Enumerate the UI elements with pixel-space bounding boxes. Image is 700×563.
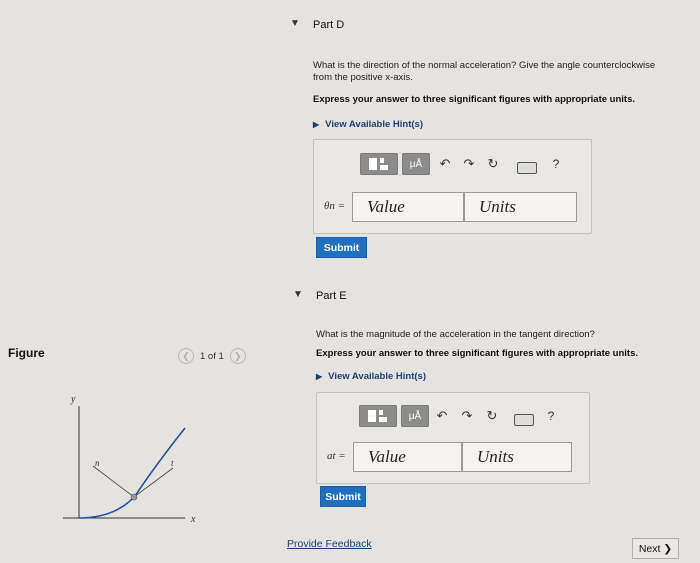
partD-instruction: Express your answer to three significant… — [313, 94, 636, 105]
figure-pager-text: 1 of 1 — [200, 350, 224, 362]
point-marker — [130, 493, 138, 501]
triangle-right-icon: ▶ — [313, 120, 320, 129]
partD-question: What is the direction of the normal acce… — [313, 60, 688, 84]
x-axis-label: x — [190, 514, 196, 525]
partE-variable-label: at = — [327, 450, 346, 462]
partD-submit-button[interactable]: Submit — [316, 237, 367, 258]
template-button[interactable] — [360, 153, 398, 175]
reset-icon[interactable]: ↻ — [485, 408, 499, 424]
path-curve — [78, 427, 186, 519]
partE-value-input[interactable]: Value — [353, 442, 462, 472]
redo-icon[interactable]: ↷ — [460, 408, 474, 424]
partD-collapse-icon[interactable]: ▼ — [290, 18, 300, 29]
partE-submit-button[interactable]: Submit — [320, 486, 366, 507]
figure-pager: ❮ 1 of 1 ❯ — [178, 348, 246, 364]
undo-icon[interactable]: ↶ — [435, 408, 449, 424]
template-button[interactable] — [359, 405, 397, 427]
tangent-line — [133, 467, 174, 498]
keyboard-icon[interactable] — [514, 414, 534, 426]
partD-question-line2: from the positive x-axis. — [313, 72, 413, 83]
triangle-right-icon: ▶ — [316, 372, 323, 381]
partE-hint-label: View Available Hint(s) — [328, 371, 426, 382]
keyboard-icon[interactable] — [517, 162, 537, 174]
partD-question-line1: What is the direction of the normal acce… — [313, 60, 656, 71]
template-icon — [369, 158, 388, 170]
normal-label: n — [95, 458, 100, 468]
partD-hint-label: View Available Hint(s) — [325, 119, 423, 130]
partE-collapse-icon[interactable]: ▼ — [293, 289, 303, 300]
partD-hint-link[interactable]: ▶ View Available Hint(s) — [313, 119, 423, 130]
partD-answer-box: μÅ ↶ ↷ ↻ ? θn = Value Units — [313, 139, 592, 234]
partD-value-input[interactable]: Value — [352, 192, 464, 222]
reset-icon[interactable]: ↻ — [486, 156, 500, 172]
partE-question: What is the magnitude of the acceleratio… — [316, 329, 595, 340]
undo-icon[interactable]: ↶ — [438, 156, 452, 172]
partE-answer-box: μÅ ↶ ↷ ↻ ? at = Value Units — [316, 392, 590, 484]
partD-variable-label: θn = — [324, 200, 346, 212]
partD-title: Part D — [313, 19, 345, 31]
help-button[interactable]: ? — [545, 408, 557, 424]
partE-units-input[interactable]: Units — [462, 442, 572, 472]
partE-hint-link[interactable]: ▶ View Available Hint(s) — [316, 371, 426, 382]
redo-icon[interactable]: ↷ — [462, 156, 476, 172]
y-axis-label: y — [70, 394, 76, 405]
provide-feedback-link[interactable]: Provide Feedback — [287, 538, 372, 550]
figure-label: Figure — [8, 346, 45, 360]
normal-line — [92, 465, 135, 498]
tangent-label: t — [171, 458, 174, 468]
previous-figure-icon[interactable]: ❮ — [178, 348, 194, 364]
partD-units-input[interactable]: Units — [464, 192, 577, 222]
next-figure-icon[interactable]: ❯ — [229, 348, 246, 364]
units-symbol-button[interactable]: μÅ — [402, 153, 430, 175]
partE-instruction: Express your answer to three significant… — [316, 348, 639, 359]
help-button[interactable]: ? — [550, 156, 562, 172]
partE-title: Part E — [316, 290, 347, 302]
template-icon — [368, 410, 387, 422]
units-symbol-button[interactable]: μÅ — [401, 405, 429, 427]
figure-graph: y x n t — [63, 394, 196, 525]
next-button[interactable]: Next ❯ — [632, 538, 679, 559]
